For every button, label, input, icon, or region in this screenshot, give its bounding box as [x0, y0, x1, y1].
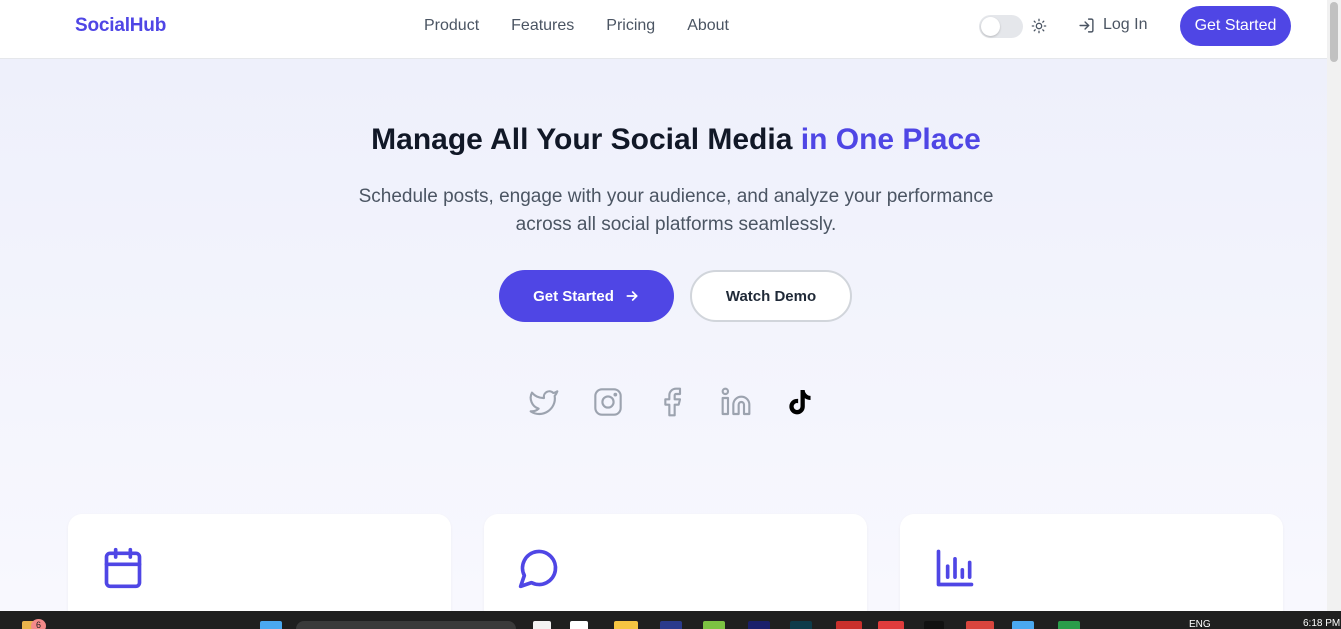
instagram-link[interactable] [592, 384, 624, 420]
log-in-icon [1079, 17, 1094, 33]
taskbar-app-icon[interactable] [748, 621, 770, 629]
notification-badge: 6 [31, 619, 46, 629]
social-icons [528, 384, 816, 420]
hero-title-accent: in One Place [800, 123, 981, 156]
scroll-thumb[interactable] [1330, 2, 1338, 62]
message-circle-icon [518, 549, 558, 589]
nav-link-about[interactable]: About [687, 17, 729, 35]
login-link[interactable]: Log In [1078, 16, 1147, 34]
facebook-link[interactable] [656, 384, 688, 420]
twitter-icon [529, 390, 559, 416]
hero-subtitle: Schedule posts, engage with your audienc… [358, 186, 994, 235]
browser-app-icon[interactable] [966, 621, 994, 629]
tiktok-link[interactable] [784, 384, 816, 420]
twitter-link[interactable] [528, 384, 560, 420]
nav-link-features[interactable]: Features [511, 17, 574, 35]
feature-card-scheduling [68, 514, 451, 624]
feature-card-engagement [484, 514, 867, 624]
taskbar-app-icon[interactable] [790, 621, 812, 629]
nav-get-started-button[interactable]: Get Started [1180, 6, 1291, 46]
hero-section: Manage All Your Social Media in One Plac… [0, 59, 1327, 624]
taskbar-app-icon[interactable] [924, 621, 944, 629]
get-started-button[interactable]: Get Started [499, 270, 674, 322]
theme-toggle[interactable] [979, 15, 1023, 38]
watch-demo-button[interactable]: Watch Demo [690, 270, 852, 322]
top-navbar: SocialHub Product Features Pricing About… [0, 0, 1341, 59]
instagram-icon [594, 388, 622, 416]
sun-icon [1031, 18, 1047, 34]
hero-title: Manage All Your Social Media in One Plac… [0, 123, 1341, 157]
os-taskbar: ENG 6:18 PM [0, 611, 1341, 629]
arrow-right-icon [626, 291, 638, 301]
taskbar-app-icon[interactable] [703, 621, 725, 629]
taskbar-app-icon[interactable] [660, 621, 682, 629]
hero-title-main: Manage All Your Social Media [371, 123, 801, 156]
login-label: Log In [1103, 16, 1148, 33]
taskbar-app-icon[interactable] [836, 621, 862, 629]
nav-link-pricing[interactable]: Pricing [606, 17, 655, 35]
toggle-knob [981, 17, 1000, 36]
tiktok-icon [789, 390, 811, 415]
calendar-icon [104, 547, 142, 589]
windows-start-icon[interactable] [260, 621, 282, 629]
logo[interactable]: SocialHub [75, 15, 166, 37]
language-indicator[interactable]: ENG [1189, 619, 1211, 629]
taskbar-app-icon[interactable] [533, 621, 551, 629]
linkedin-icon [721, 387, 751, 416]
linkedin-link[interactable] [720, 384, 752, 420]
calendar-app-icon[interactable] [570, 621, 588, 629]
facebook-icon [664, 387, 682, 417]
taskbar-clock[interactable]: 6:18 PM [1303, 618, 1340, 629]
taskbar-app-icon[interactable] [1058, 621, 1080, 629]
bar-chart-icon [936, 549, 974, 587]
taskbar-app-icon[interactable] [1012, 621, 1034, 629]
get-started-label: Get Started [533, 287, 614, 305]
nav-links: Product Features Pricing About [424, 17, 729, 35]
file-explorer-icon[interactable] [614, 621, 638, 629]
page-scrollbar[interactable] [1327, 0, 1341, 611]
nav-link-product[interactable]: Product [424, 17, 479, 35]
feature-card-analytics [900, 514, 1283, 624]
taskbar-app-icon[interactable] [878, 621, 904, 629]
taskbar-search-box[interactable] [296, 621, 516, 629]
